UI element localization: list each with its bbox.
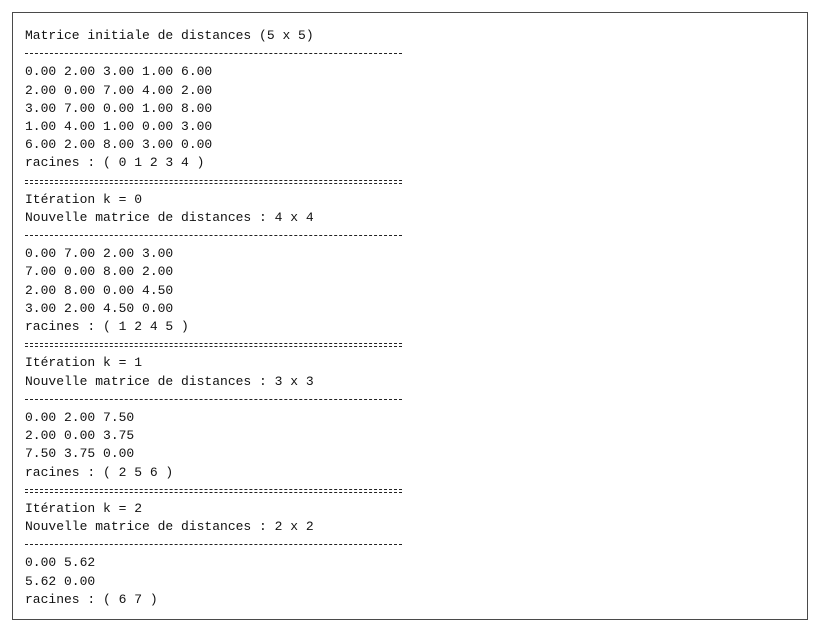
matrix-row: 0.00 2.00 7.50 xyxy=(25,409,135,425)
matrix-row: 0.00 7.00 2.00 3.00 xyxy=(25,246,174,262)
dashed-separator xyxy=(25,227,402,245)
iteration-subheader: Nouvelle matrice de distances : 3 x 3 xyxy=(25,373,314,389)
iteration-subheader: Nouvelle matrice de distances : 4 x 4 xyxy=(25,209,314,225)
matrix-row: 3.00 7.00 0.00 1.00 8.00 xyxy=(25,100,213,116)
matrix-row: 7.00 0.00 8.00 2.00 xyxy=(25,264,174,280)
matrix-row: 5.62 0.00 xyxy=(25,573,96,589)
roots-line: racines : ( 2 5 6 ) xyxy=(25,464,174,480)
matrix-row: 2.00 0.00 7.00 4.00 2.00 xyxy=(25,82,213,98)
initial-matrix-title: Matrice initiale de distances (5 x 5) xyxy=(25,28,314,43)
iteration-header: Itération k = 1 xyxy=(25,355,143,371)
matrix-row: 0.00 2.00 3.00 1.00 6.00 xyxy=(25,64,213,80)
iteration-header: Itération k = 0 xyxy=(25,191,143,207)
roots-line: racines : ( 1 2 4 5 ) xyxy=(25,319,189,334)
console-output: Matrice initiale de distances (5 x 5) 0.… xyxy=(25,27,402,609)
dashed-separator xyxy=(25,536,402,554)
matrix-row: 7.50 3.75 0.00 xyxy=(25,446,135,462)
output-frame: Matrice initiale de distances (5 x 5) 0.… xyxy=(12,12,808,620)
roots-line: racines : ( 6 7 ) xyxy=(25,591,158,607)
roots-line: racines : ( 0 1 2 3 4 ) xyxy=(25,155,205,171)
double-separator xyxy=(25,336,402,354)
matrix-row: 0.00 5.62 xyxy=(25,555,96,571)
double-separator xyxy=(25,173,402,191)
matrix-row: 1.00 4.00 1.00 0.00 3.00 xyxy=(25,118,213,134)
iteration-subheader: Nouvelle matrice de distances : 2 x 2 xyxy=(25,519,314,535)
dashed-separator xyxy=(25,45,402,63)
matrix-row: 3.00 2.00 4.50 0.00 xyxy=(25,300,174,316)
dashed-separator xyxy=(25,391,402,409)
iteration-header: Itération k = 2 xyxy=(25,500,143,516)
matrix-row: 6.00 2.00 8.00 3.00 0.00 xyxy=(25,137,213,153)
double-separator xyxy=(25,482,402,500)
matrix-row: 2.00 8.00 0.00 4.50 xyxy=(25,282,174,298)
matrix-row: 2.00 0.00 3.75 xyxy=(25,428,135,444)
